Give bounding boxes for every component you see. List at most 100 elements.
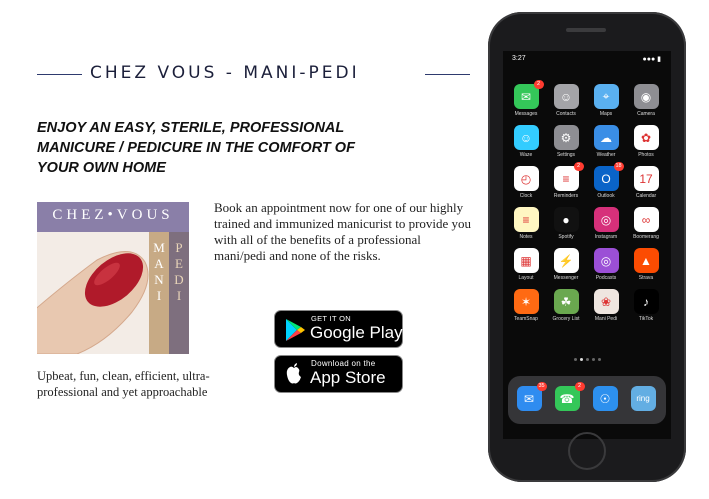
brand-logo: CHEZ•VOUS MANI PEDI <box>37 202 189 354</box>
app-label: Photos <box>638 152 654 158</box>
description: Book an appointment now for one of our h… <box>214 200 472 263</box>
app-reminders[interactable]: ≡ 2 Reminders <box>550 162 584 199</box>
page-dot <box>592 358 595 361</box>
home-button[interactable] <box>568 432 606 470</box>
spotify-icon: ● <box>553 207 579 232</box>
logo-mani: MANI <box>153 240 165 303</box>
outlook-icon: O 18 <box>593 162 624 191</box>
app-boomerang[interactable]: ∞ Boomerang <box>630 207 662 240</box>
app-label: Mani Pedi <box>594 316 618 322</box>
app-store-label: App Store <box>310 368 386 387</box>
messenger-icon: ⚡ <box>553 248 579 273</box>
page-dot <box>598 358 601 361</box>
settings-icon: ⚙ <box>553 125 579 150</box>
app-label: Contacts <box>556 111 576 117</box>
strava-icon: ▲ <box>633 248 659 273</box>
mani-pedi-icon: ❀ <box>593 289 619 314</box>
app-label: Reminders <box>553 193 579 199</box>
app-label: TikTok <box>638 316 654 322</box>
app-clock[interactable]: ◴ Clock <box>510 166 542 199</box>
tagline: Upbeat, fun, clean, efficient, ultra-pro… <box>37 369 210 399</box>
app-label: Clock <box>519 193 533 199</box>
calendar-icon: 17 <box>633 166 659 191</box>
instagram-icon: ◎ <box>593 207 619 232</box>
app-label: Podcasts <box>595 275 617 281</box>
app-label: Strava <box>638 275 654 281</box>
phone-speaker <box>566 28 606 32</box>
waze-icon: ☺ <box>513 125 539 150</box>
dock-app-1[interactable]: ☎ 2 <box>551 382 585 411</box>
app-label: Weather <box>596 152 616 158</box>
notification-badge: 18 <box>613 162 624 171</box>
app-podcasts[interactable]: ◎ Podcasts <box>590 248 622 281</box>
header-line-left <box>37 74 82 75</box>
app-waze[interactable]: ☺ Waze <box>510 125 542 158</box>
app-camera[interactable]: ◉ Camera <box>630 84 662 117</box>
app-messenger[interactable]: ⚡ Messenger <box>550 248 582 281</box>
app-spotify[interactable]: ● Spotify <box>550 207 582 240</box>
logo-pedi: PEDI <box>174 240 184 303</box>
notification-badge: 2 <box>533 80 544 89</box>
app-store-button[interactable]: Download on the App Store <box>274 355 403 393</box>
layout-icon: ▦ <box>513 248 539 273</box>
camera-icon: ◉ <box>633 84 659 109</box>
app-label: Notes <box>519 234 533 240</box>
app-strava[interactable]: ▲ Strava <box>630 248 662 281</box>
page-dot <box>586 358 589 361</box>
app-messages[interactable]: ✉ 2 Messages <box>510 80 544 117</box>
page-title: CHEZ VOUS - MANI-PEDI <box>90 63 360 83</box>
boomerang-icon: ∞ <box>633 207 659 232</box>
dock-app-2[interactable]: ☉ <box>589 386 621 411</box>
photos-icon: ✿ <box>633 125 659 150</box>
app-teamsnap[interactable]: ✶ TeamSnap <box>510 289 542 322</box>
app-label: Calendar <box>635 193 657 199</box>
app-label: Camera <box>637 111 655 117</box>
reminders-icon: ≡ 2 <box>553 162 584 191</box>
dock-0-icon: ✉ 35 <box>516 382 547 411</box>
app-weather[interactable]: ☁ Weather <box>590 125 622 158</box>
podcasts-icon: ◎ <box>593 248 619 273</box>
dock-2-icon: ☉ <box>592 386 618 411</box>
notes-icon: ≡ <box>513 207 539 232</box>
dock-app-0[interactable]: ✉ 35 <box>513 382 547 411</box>
app-store-small-label: Download on the <box>311 359 376 368</box>
teamsnap-icon: ✶ <box>513 289 539 314</box>
app-notes[interactable]: ≡ Notes <box>510 207 542 240</box>
app-outlook[interactable]: O 18 Outlook <box>590 162 624 199</box>
app-instagram[interactable]: ◎ Instagram <box>590 207 622 240</box>
app-mani-pedi[interactable]: ❀ Mani Pedi <box>590 289 622 322</box>
status-time: 3:27 <box>512 55 526 62</box>
app-label: Waze <box>519 152 533 158</box>
dock-app-3[interactable]: ring <box>627 386 659 411</box>
tiktok-icon: ♪ <box>633 289 659 314</box>
app-label: Spotify <box>558 234 574 240</box>
header-line-right <box>425 74 470 75</box>
app-tiktok[interactable]: ♪ TikTok <box>630 289 662 322</box>
app-settings[interactable]: ⚙ Settings <box>550 125 582 158</box>
app-label: Messenger <box>553 275 579 281</box>
app-grocery-list[interactable]: ☘ Grocery List <box>550 289 582 322</box>
app-label: Instagram <box>594 234 618 240</box>
app-layout[interactable]: ▦ Layout <box>510 248 542 281</box>
app-calendar[interactable]: 17 Calendar <box>630 166 662 199</box>
dock-3-icon: ring <box>630 386 656 411</box>
app-label: TeamSnap <box>514 316 538 322</box>
notification-badge: 2 <box>573 162 584 171</box>
notification-badge: 2 <box>574 382 585 391</box>
app-label: Messages <box>514 111 538 117</box>
google-play-small-label: GET IT ON <box>311 314 351 323</box>
app-label: Outlook <box>597 193 615 199</box>
app-contacts[interactable]: ☺ Contacts <box>550 84 582 117</box>
google-play-icon <box>286 319 305 341</box>
notification-badge: 35 <box>536 382 547 391</box>
app-label: Layout <box>518 275 534 281</box>
contacts-icon: ☺ <box>553 84 579 109</box>
maps-icon: ⌖ <box>593 84 619 109</box>
google-play-label: Google Play <box>310 323 403 342</box>
app-label: Boomerang <box>633 234 659 240</box>
clock-icon: ◴ <box>513 166 539 191</box>
google-play-button[interactable]: GET IT ON Google Play <box>274 310 403 348</box>
app-maps[interactable]: ⌖ Maps <box>590 84 622 117</box>
app-photos[interactable]: ✿ Photos <box>630 125 662 158</box>
app-label: Grocery List <box>552 316 580 322</box>
